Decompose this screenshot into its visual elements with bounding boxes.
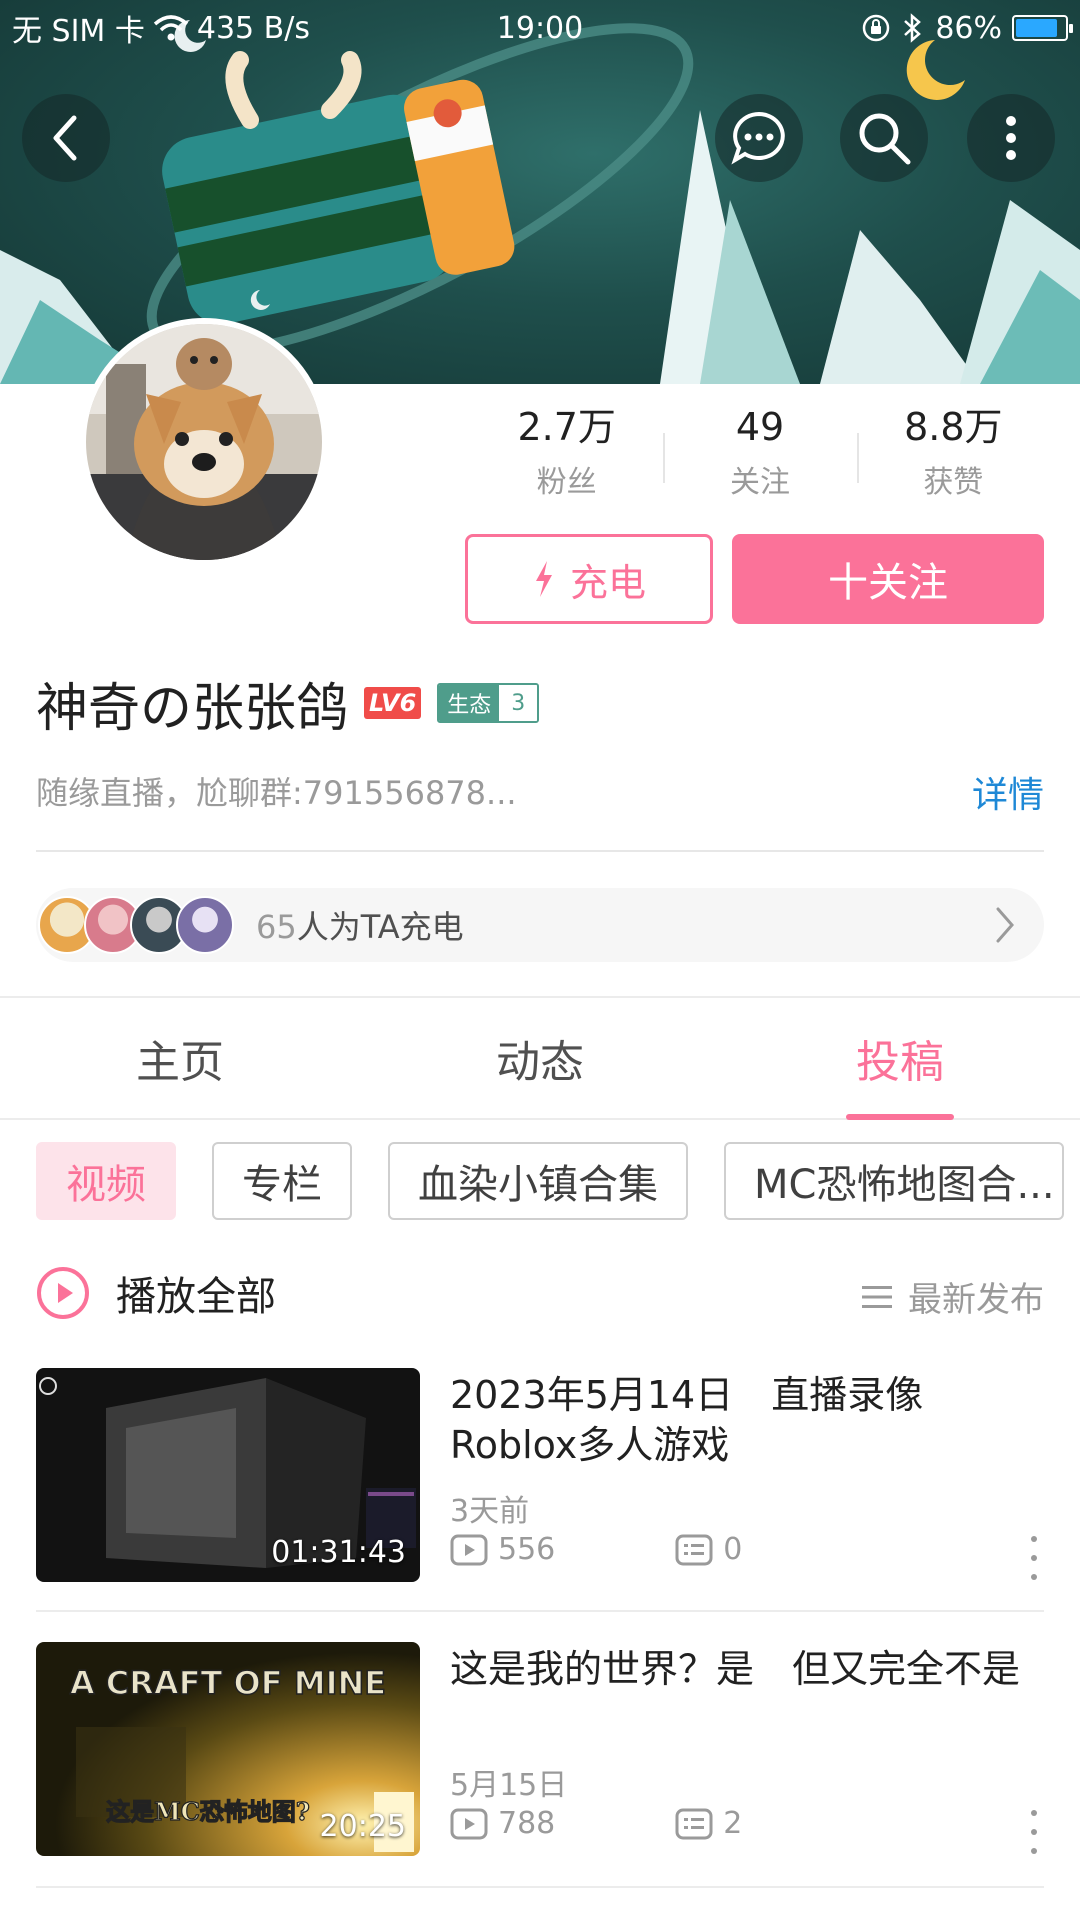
- follow-button[interactable]: 十关注: [732, 534, 1044, 624]
- supporter-avatar: [176, 896, 234, 954]
- video-duration: 01:31:43: [271, 1535, 406, 1570]
- bio-text: 随缘直播，尬聊群:791556878...: [36, 774, 517, 812]
- stat-likes[interactable]: 8.8万 获赞: [856, 405, 1050, 515]
- charge-supporters-row[interactable]: 65人为TA充电: [36, 888, 1044, 962]
- more-options-button[interactable]: [967, 94, 1055, 182]
- stat-followers[interactable]: 2.7万 粉丝: [470, 405, 663, 515]
- danmaku-icon: [675, 1808, 713, 1839]
- view-count-value: 556: [498, 1532, 556, 1567]
- video-duration: 20:25: [319, 1809, 406, 1844]
- avatar[interactable]: [80, 318, 328, 566]
- view-count: 788: [450, 1806, 555, 1841]
- back-button[interactable]: [22, 94, 110, 182]
- wifi-icon: [153, 15, 189, 41]
- play-count-icon: [450, 1808, 488, 1839]
- divider: [36, 850, 1044, 852]
- back-arrow-icon: [53, 115, 77, 161]
- danmaku-count: 2: [675, 1806, 742, 1841]
- tab-dynamic[interactable]: 动态: [360, 998, 720, 1118]
- charge-label: 充电: [569, 560, 646, 605]
- danmaku-count: 0: [675, 1532, 742, 1567]
- video-title: 这是我的世界？是 但又完全不是: [450, 1647, 1021, 1691]
- tab-uploads[interactable]: 投稿: [720, 998, 1080, 1118]
- chevron-right-icon: [996, 907, 1014, 943]
- profile-stats: 2.7万 粉丝 49 关注 8.8万 获赞: [470, 405, 1050, 515]
- divider: [36, 1886, 1044, 1888]
- eco-badge-value: 3: [499, 685, 538, 721]
- carrier-text: 无 SIM 卡: [12, 14, 145, 49]
- stat-value: 8.8万: [904, 405, 1003, 449]
- danmaku-icon: [675, 1534, 713, 1565]
- stat-label: 获赞: [923, 464, 984, 500]
- play-count-icon: [450, 1534, 488, 1565]
- danmaku-count-value: 2: [723, 1806, 743, 1841]
- tab-home[interactable]: 主页: [0, 998, 360, 1118]
- video-item[interactable]: 01:31:43 2023年5月14日 直播录像 Roblox多人游戏 3天前 …: [36, 1368, 1044, 1584]
- status-bar: 无 SIM 卡 435 B/s 19:00 86%: [0, 0, 1080, 56]
- video-thumbnail[interactable]: 01:31:43: [36, 1368, 420, 1582]
- eco-badge-label: 生态: [439, 685, 500, 721]
- charge-supporters-text: 65人为TA充电: [256, 902, 464, 948]
- video-more-button[interactable]: [1024, 1536, 1044, 1580]
- video-date: 3天前: [450, 1494, 530, 1529]
- sort-selector[interactable]: 最新发布: [862, 1272, 1044, 1321]
- play-all-label: 播放全部: [116, 1274, 276, 1320]
- battery-icon: [1012, 15, 1073, 41]
- bluetooth-icon: [904, 13, 922, 43]
- rotation-lock-icon: [863, 14, 890, 42]
- charge-count: 65: [256, 908, 297, 946]
- eco-badge[interactable]: 生态 3: [437, 683, 540, 723]
- video-meta: 788 2: [450, 1806, 742, 1841]
- chip-collection-mc-horror[interactable]: MC恐怖地图合...: [724, 1142, 1064, 1220]
- video-more-button[interactable]: [1024, 1810, 1044, 1854]
- view-count-value: 788: [498, 1806, 556, 1841]
- chip-articles[interactable]: 专栏: [212, 1142, 352, 1220]
- stat-label: 粉丝: [536, 464, 597, 500]
- username: 神奇の张张鸽: [36, 678, 349, 739]
- charge-button[interactable]: 充电: [465, 534, 713, 624]
- chat-bubble-icon: [731, 111, 785, 165]
- chip-collection-blood-town[interactable]: 血染小镇合集: [388, 1142, 688, 1220]
- network-speed: 435 B/s: [196, 10, 310, 46]
- stat-value: 49: [735, 405, 785, 449]
- video-meta: 556 0: [450, 1532, 742, 1567]
- thumbnail-caption-text: 这是MC恐怖地图?: [106, 1797, 310, 1826]
- search-icon: [859, 113, 911, 165]
- battery-fill: [1016, 19, 1058, 37]
- danmaku-count-value: 0: [723, 1532, 743, 1567]
- stat-following[interactable]: 49 关注: [663, 405, 856, 515]
- search-button[interactable]: [840, 94, 928, 182]
- video-thumbnail[interactable]: A CRAFT OF MINE 这是MC恐怖地图? 20:25: [36, 1642, 420, 1856]
- thumbnail-title-text: A CRAFT OF MINE: [70, 1664, 386, 1702]
- chip-videos[interactable]: 视频: [36, 1142, 176, 1220]
- profile-tabs: 主页 动态 投稿: [0, 998, 1080, 1120]
- battery-percent: 86%: [935, 10, 1002, 46]
- message-button[interactable]: [715, 94, 803, 182]
- play-circle-icon: [37, 1267, 89, 1319]
- charge-suffix: 人为TA充电: [296, 908, 464, 946]
- follow-label: 十关注: [828, 560, 948, 606]
- sort-label: 最新发布: [908, 1280, 1044, 1320]
- lightning-icon: [535, 561, 552, 597]
- list-sort-icon: [862, 1285, 892, 1308]
- video-item[interactable]: A CRAFT OF MINE 这是MC恐怖地图? 20:25 这是我的世界？是…: [36, 1642, 1044, 1858]
- play-all-row[interactable]: 播放全部: [36, 1262, 276, 1324]
- supporter-avatars: [38, 896, 234, 954]
- name-row: 神奇の张张鸽 LV6 生态 3: [36, 668, 540, 739]
- divider: [36, 1610, 1044, 1612]
- video-date: 5月15日: [450, 1768, 568, 1803]
- view-count: 556: [450, 1532, 555, 1567]
- stat-value: 2.7万: [517, 405, 616, 449]
- detail-link[interactable]: 详情: [972, 766, 1044, 818]
- level-badge[interactable]: LV6: [364, 687, 422, 719]
- content-filter-chips: 视频 专栏 血染小镇合集 MC恐怖地图合...: [36, 1142, 1080, 1222]
- stat-label: 关注: [729, 464, 790, 500]
- more-vertical-icon: [1006, 116, 1016, 160]
- avatar-image: [86, 324, 322, 560]
- video-title: 2023年5月14日 直播录像 Roblox多人游戏: [450, 1373, 924, 1467]
